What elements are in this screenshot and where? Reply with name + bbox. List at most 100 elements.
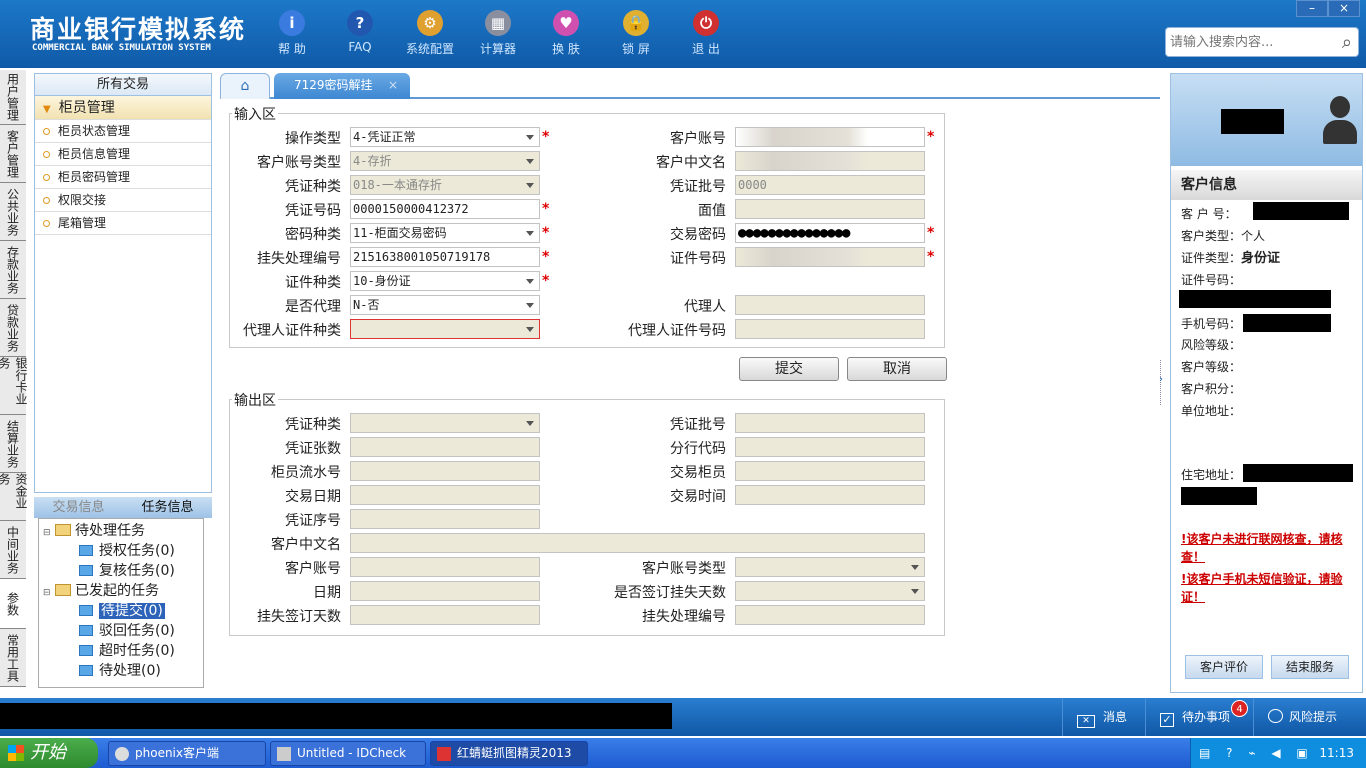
tree-node-to-process[interactable]: 待处理(0) [79, 661, 161, 681]
cancel-button[interactable]: 取消 [847, 357, 947, 381]
output-field [735, 461, 925, 481]
collapse-arrow-icon: ▼ [43, 104, 51, 115]
warning-sms-verify[interactable]: !该客户手机未短信验证，请验证！ [1181, 570, 1363, 606]
tray-icons[interactable]: ▤ ? ⌁ ◀ ▣ [1199, 738, 1314, 768]
vtab-3[interactable]: 存款业务 [0, 241, 26, 299]
toolbar-button-4[interactable]: ♥ 换 肤 [536, 8, 596, 57]
menu-item[interactable]: 柜员信息管理 [35, 143, 211, 166]
close-tab-icon[interactable]: × [388, 73, 398, 97]
input-field[interactable]: 4-存折 [350, 151, 540, 171]
end-service-button[interactable]: 结束服务 [1271, 655, 1349, 679]
output-field [735, 485, 925, 505]
field-label: 密码种类 [285, 227, 341, 243]
required-mark: * [927, 225, 935, 241]
config-toolbox-icon: ⚙ [417, 10, 443, 36]
field-label: 挂失签订天数 [257, 609, 341, 625]
vtab-1[interactable]: 客户管理 [0, 125, 26, 183]
task-icon [79, 625, 93, 636]
todo-count-badge: 4 [1231, 700, 1248, 717]
input-field[interactable] [735, 199, 925, 219]
input-field[interactable] [735, 319, 925, 339]
all-transactions-header[interactable]: 所有交易 [35, 74, 211, 96]
vtab-9[interactable]: 参数 [0, 579, 26, 629]
input-field[interactable]: N-否 [350, 295, 540, 315]
input-field[interactable] [735, 247, 925, 267]
redacted-block [1243, 464, 1353, 482]
vtab-7[interactable]: 资金业务 [0, 473, 28, 521]
output-field [735, 413, 925, 433]
task-tabs: 交易信息 任务信息 [34, 497, 212, 518]
field-label: 凭证批号 [670, 179, 726, 195]
menu-item[interactable]: 柜员密码管理 [35, 166, 211, 189]
search-input[interactable] [1166, 28, 1316, 56]
risk-tips-button[interactable]: 风险提示 [1253, 698, 1366, 736]
input-field[interactable]: 11-柜面交易密码 [350, 223, 540, 243]
output-field [350, 581, 540, 601]
vtab-4[interactable]: 贷款业务 [0, 299, 26, 357]
tree-node-auth[interactable]: 授权任务(0) [79, 541, 175, 561]
vtab-10[interactable]: 常用工具 [0, 629, 26, 687]
redacted-status [0, 703, 672, 729]
start-button[interactable]: 开始 [0, 738, 98, 768]
status-bar: ✕ 消息 ✓ 待办事项 风险提示 [0, 698, 1366, 736]
input-field[interactable]: 0000150000412372 [350, 199, 540, 219]
vtab-2[interactable]: 公共业务 [0, 183, 26, 241]
tab-task-info[interactable]: 任务信息 [123, 497, 212, 518]
menu-item[interactable]: 柜员状态管理 [35, 120, 211, 143]
taskbar-item-capture[interactable]: 红蜻蜓抓图精灵2013 [430, 741, 588, 766]
system-tray: ▤ ? ⌁ ◀ ▣ 11:13 [1190, 738, 1366, 768]
input-field[interactable] [350, 319, 540, 339]
splitter-handle[interactable]: › [1159, 360, 1166, 405]
vtab-0[interactable]: 用户管理 [0, 70, 26, 125]
toolbar-button-2[interactable]: ⚙ 系统配置 [400, 8, 460, 57]
toolbar-button-3[interactable]: ▦ 计算器 [468, 8, 528, 57]
input-field[interactable]: 018-一本通存折 [350, 175, 540, 195]
vtab-6[interactable]: 结算业务 [0, 415, 26, 473]
home-tab[interactable]: ⌂ [220, 73, 270, 99]
tab-7129[interactable]: 7129密码解挂 × [274, 73, 410, 99]
toolbar-button-5[interactable]: 🔒 锁 屏 [606, 8, 666, 57]
tab-trade-info[interactable]: 交易信息 [34, 497, 123, 518]
input-field[interactable]: 4-凭证正常 [350, 127, 540, 147]
close-button[interactable]: × [1328, 0, 1360, 17]
menu-group-label: 柜员管理 [58, 100, 115, 116]
required-mark: * [542, 201, 550, 217]
search-icon[interactable]: ⌕ [1342, 32, 1352, 53]
tree-node-review[interactable]: 复核任务(0) [79, 561, 175, 581]
tree-node-to-submit[interactable]: 待提交(0) [79, 601, 165, 621]
input-field[interactable]: 2151638001050719178 [350, 247, 540, 267]
input-field[interactable] [735, 127, 925, 147]
menu-item[interactable]: 尾箱管理 [35, 212, 211, 235]
input-field[interactable]: 10-身份证 [350, 271, 540, 291]
menu-item[interactable]: 权限交接 [35, 189, 211, 212]
taskbar-item-idcheck[interactable]: Untitled - IDCheck [270, 741, 426, 766]
toolbar-button-1[interactable]: ? FAQ [330, 8, 390, 54]
vtab-5[interactable]: 银行卡业务 [0, 357, 28, 415]
input-field[interactable] [735, 151, 925, 171]
menu-items: 柜员状态管理 柜员信息管理 柜员密码管理 权限交接 尾箱管理 [35, 120, 211, 235]
customer-evaluate-button[interactable]: 客户评价 [1185, 655, 1263, 679]
warning-network-check[interactable]: !该客户未进行联网核查，请核查！ [1181, 530, 1363, 566]
menu-group-teller[interactable]: ▼ 柜员管理 [35, 96, 211, 120]
field-label: 是否代理 [285, 299, 341, 315]
tree-node-rejected[interactable]: 驳回任务(0) [79, 621, 175, 641]
field-label: 是否签订挂失天数 [614, 585, 726, 601]
tree-node-timeout[interactable]: 超时任务(0) [79, 641, 175, 661]
taskbar-item-phoenix[interactable]: phoenix客户端 [108, 741, 266, 766]
vtab-8[interactable]: 中间业务 [0, 521, 26, 579]
input-field[interactable] [735, 295, 925, 315]
field-label: 客户中文名 [271, 537, 341, 553]
required-mark: * [927, 249, 935, 265]
toolbar-button-0[interactable]: i 帮 助 [262, 8, 322, 57]
customer-info-title: 客户信息 [1171, 170, 1362, 200]
tree-node-pending[interactable]: ⊟ 待处理任务 [43, 521, 145, 541]
submit-button[interactable]: 提交 [739, 357, 839, 381]
toolbar-button-6[interactable]: ⏻ 退 出 [676, 8, 736, 57]
input-field[interactable]: ●●●●●●●●●●●●●●● [735, 223, 925, 243]
minimize-button[interactable]: – [1296, 0, 1328, 17]
required-mark: * [542, 225, 550, 241]
messages-button[interactable]: ✕ 消息 [1062, 698, 1144, 736]
tree-node-initiated[interactable]: ⊟ 已发起的任务 [43, 581, 159, 601]
input-field[interactable]: 0000 [735, 175, 925, 195]
input-area-legend: 输入区 [232, 104, 278, 124]
